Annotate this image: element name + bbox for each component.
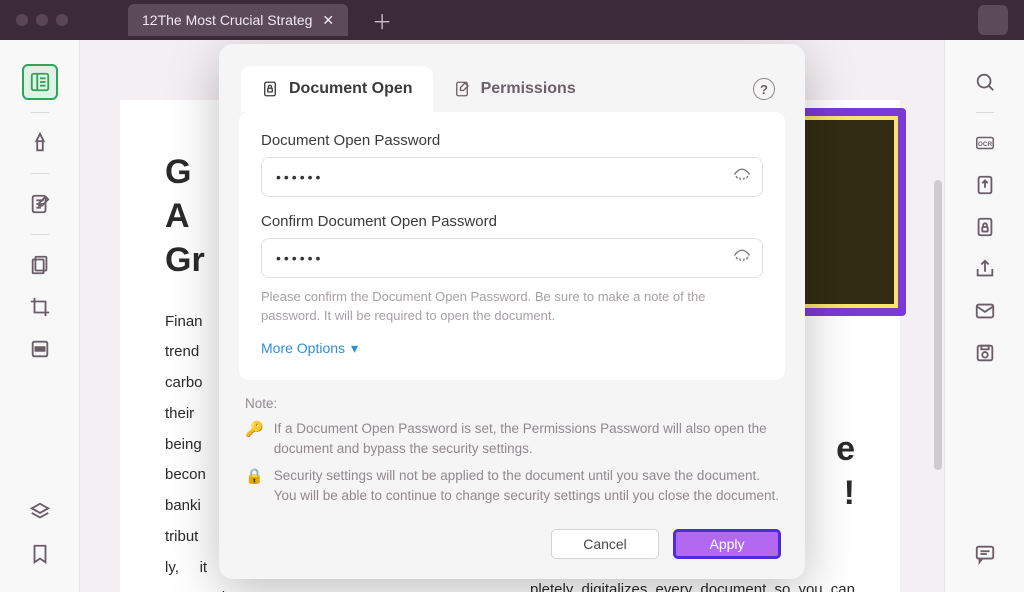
svg-text:OCR: OCR [977,141,992,148]
note-2-text: Security settings will not be applied to… [274,466,779,505]
panel-icon [29,71,51,93]
crop-tool[interactable] [22,289,58,325]
note-1-text: If a Document Open Password is set, the … [274,419,779,458]
comment-icon [974,543,996,565]
tab-permissions[interactable]: Permissions [433,66,596,112]
app-body: G A Gr Finan trend carbo their being bec… [0,40,1024,592]
search-icon [974,71,996,93]
lock-icon: 🔒 [245,466,264,505]
permissions-icon [453,80,471,98]
redact-icon [29,338,51,360]
thumbnails-panel-button[interactable] [22,64,58,100]
separator [31,173,49,174]
lock-doc-icon [261,80,279,98]
help-button[interactable]: ? [753,78,775,100]
confirm-password-label: Confirm Document Open Password [261,213,763,230]
cancel-button[interactable]: Cancel [551,529,659,559]
key-icon: 🔑 [245,419,264,458]
open-password-input[interactable] [261,157,763,197]
document-tab[interactable]: 12The Most Crucial Strateg ✕ [128,4,348,36]
separator [31,112,49,113]
document-viewport[interactable]: G A Gr Finan trend carbo their being bec… [80,40,944,592]
traffic-close[interactable] [16,14,28,26]
toggle-visibility-icon[interactable] [733,166,751,189]
pages-icon [29,254,51,276]
annotate-tool[interactable] [22,186,58,222]
notes-section: Note: 🔑 If a Document Open Password is s… [233,380,791,505]
right-toolbar: OCR [944,40,1024,592]
layers-button[interactable] [22,494,58,530]
notes-title: Note: [245,396,779,411]
separator [976,112,994,113]
password-panel: Document Open Password Confirm Document … [239,112,785,380]
vertical-scrollbar[interactable] [934,180,942,470]
separator [31,234,49,235]
mail-icon [974,300,996,322]
toggle-visibility-icon[interactable] [733,247,751,270]
security-dialog: Document Open Permissions ? Document Ope… [219,44,805,579]
left-toolbar [0,40,80,592]
more-options-toggle[interactable]: More Options ▾ [261,340,358,357]
redact-tool[interactable] [22,331,58,367]
protect-button[interactable] [967,209,1003,245]
chevron-down-icon: ▾ [351,340,358,357]
window-titlebar: 12The Most Crucial Strateg ✕ ＋ [0,0,1024,40]
crop-icon [29,296,51,318]
layers-icon [29,501,51,523]
traffic-minimize[interactable] [36,14,48,26]
close-icon[interactable]: ✕ [322,12,334,29]
convert-icon [974,174,996,196]
bookmark-button[interactable] [22,536,58,572]
pages-tool[interactable] [22,247,58,283]
share-icon [974,258,996,280]
ocr-icon: OCR [974,132,996,154]
bookmark-icon [29,543,51,565]
confirm-hint: Please confirm the Document Open Passwor… [261,288,763,326]
lock-file-icon [974,216,996,238]
convert-button[interactable] [967,167,1003,203]
apply-button[interactable]: Apply [673,529,781,559]
tab-document-open-label: Document Open [289,80,413,98]
email-button[interactable] [967,293,1003,329]
share-button[interactable] [967,251,1003,287]
note-icon [29,193,51,215]
ocr-button[interactable]: OCR [967,125,1003,161]
window-traffic-lights [16,14,68,26]
comment-button[interactable] [967,536,1003,572]
save-icon [974,342,996,364]
highlighter-tool[interactable] [22,125,58,161]
search-button[interactable] [967,64,1003,100]
traffic-zoom[interactable] [56,14,68,26]
open-password-label: Document Open Password [261,132,763,149]
new-tab-button[interactable]: ＋ [372,6,392,35]
document-tab-title: 12The Most Crucial Strateg [142,12,312,28]
more-options-label: More Options [261,340,345,356]
tab-document-open[interactable]: Document Open [241,66,433,112]
highlighter-icon [29,132,51,154]
save-button[interactable] [967,335,1003,371]
profile-avatar[interactable] [978,5,1008,35]
tab-permissions-label: Permissions [481,80,576,98]
confirm-password-input[interactable] [261,238,763,278]
